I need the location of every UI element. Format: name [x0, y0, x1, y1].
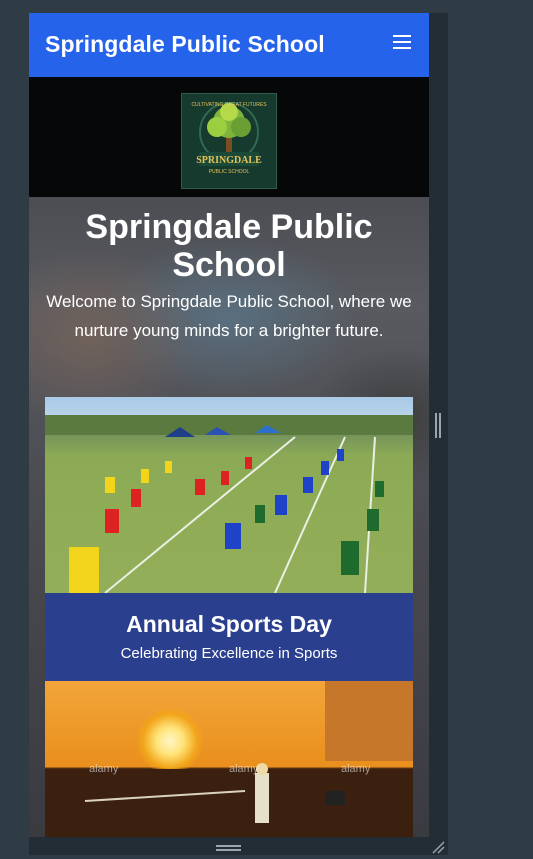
carousel-card-science[interactable]: alamy alamy alamy [45, 681, 413, 837]
resize-handle-right[interactable] [435, 413, 441, 438]
mobile-viewport: Springdale Public School SPRINGDALE PUBL… [29, 13, 429, 837]
science-show-photo: alamy alamy alamy [45, 681, 413, 837]
svg-text:CULTIVATING GREAT FUTURES: CULTIVATING GREAT FUTURES [191, 102, 267, 108]
logo-band: SPRINGDALE PUBLIC SCHOOL CULTIVATING GRE… [29, 77, 429, 197]
watermark-text: alamy [89, 763, 119, 775]
navbar: Springdale Public School [29, 13, 429, 77]
card-title: Annual Sports Day [126, 611, 332, 637]
resize-handle-bottom[interactable] [216, 845, 241, 851]
sports-day-photo [45, 397, 413, 594]
school-logo: SPRINGDALE PUBLIC SCHOOL CULTIVATING GRE… [181, 93, 277, 189]
watermark-text: alamy [229, 763, 259, 775]
hero-subtitle: Welcome to Springdale Public School, whe… [46, 292, 412, 340]
brand-title[interactable]: Springdale Public School [45, 31, 325, 58]
svg-text:SPRINGDALE: SPRINGDALE [196, 155, 262, 166]
corner-resize-grip-icon[interactable] [431, 840, 445, 854]
watermark-text: alamy [341, 763, 371, 775]
carousel-card-sports-day[interactable]: Annual Sports Day Celebrating Excellence… [45, 397, 413, 681]
hero-section: SPRINGDALE PUBLIC SCHOOL CULTIVATING GRE… [29, 77, 429, 837]
hamburger-menu-icon[interactable] [393, 35, 411, 51]
hero-title: Springdale Public School [85, 208, 373, 284]
card-caption: Annual Sports Day Celebrating Excellence… [45, 593, 413, 681]
svg-text:PUBLIC SCHOOL: PUBLIC SCHOOL [209, 169, 250, 175]
card-subtitle: Celebrating Excellence in Sports [120, 645, 338, 662]
